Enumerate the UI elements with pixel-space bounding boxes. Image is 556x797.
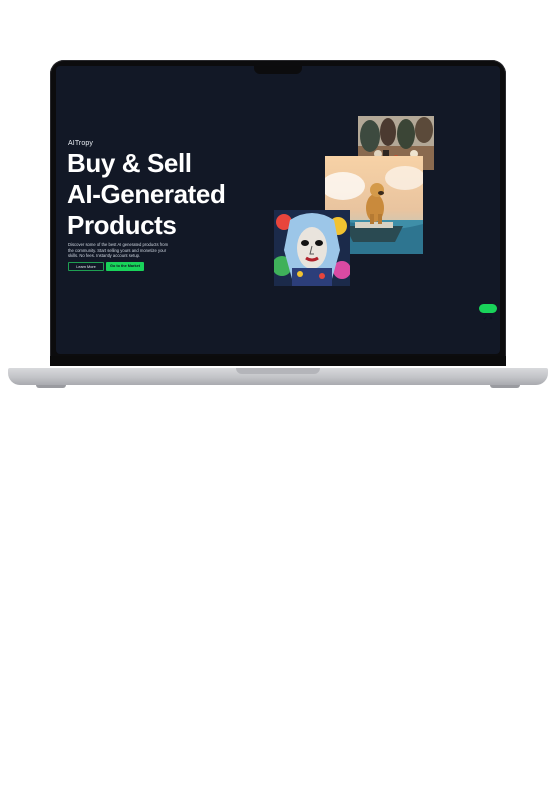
- hero-description: Discover some of the best AI generated p…: [68, 242, 169, 259]
- brand-logo[interactable]: AITropy: [68, 140, 93, 147]
- laptop-foot-right: [490, 385, 520, 388]
- chat-toggle-icon-secondary: [489, 307, 493, 319]
- headline-line-1: Buy & Sell: [67, 148, 192, 178]
- headline-line-3: Products: [67, 210, 177, 240]
- learn-more-button[interactable]: Learn More: [68, 262, 104, 271]
- hero-headline: Buy & Sell AI-Generated Products: [67, 148, 226, 241]
- laptop-base-lip: [236, 368, 320, 374]
- website-screen: AITropy Buy & Sell AI-Generated Products…: [56, 66, 500, 354]
- abstract-woman-portrait-image[interactable]: [274, 210, 350, 286]
- go-to-market-button[interactable]: Go to the Market: [106, 262, 144, 271]
- laptop-foot-left: [36, 385, 66, 388]
- chat-toggle-icon: [483, 307, 487, 320]
- camera-notch: [254, 66, 302, 74]
- laptop-hinge: [50, 356, 506, 366]
- chat-toggle-button[interactable]: [479, 304, 497, 320]
- headline-line-2: AI-Generated: [67, 179, 226, 209]
